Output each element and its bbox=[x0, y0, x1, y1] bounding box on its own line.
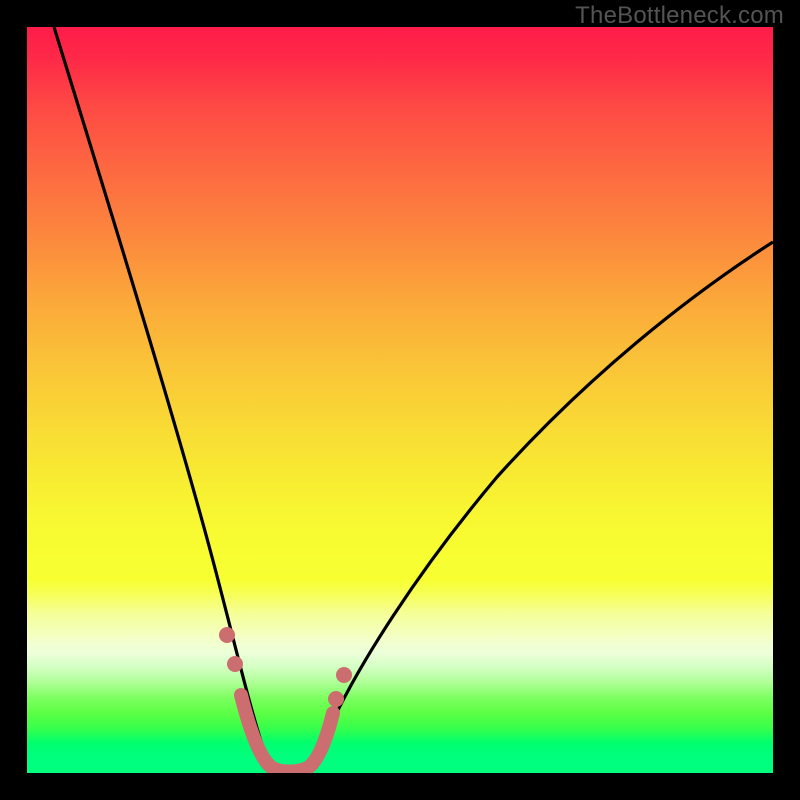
marker-dot bbox=[219, 627, 235, 643]
watermark-text: TheBottleneck.com bbox=[575, 2, 784, 30]
marker-dot bbox=[328, 691, 344, 707]
marker-dot bbox=[227, 656, 243, 672]
marker-dot bbox=[336, 667, 352, 683]
marker-u-path bbox=[241, 695, 333, 772]
plot-area bbox=[27, 27, 773, 773]
marker-overlay bbox=[27, 27, 773, 773]
chart-container: TheBottleneck.com bbox=[0, 0, 800, 800]
